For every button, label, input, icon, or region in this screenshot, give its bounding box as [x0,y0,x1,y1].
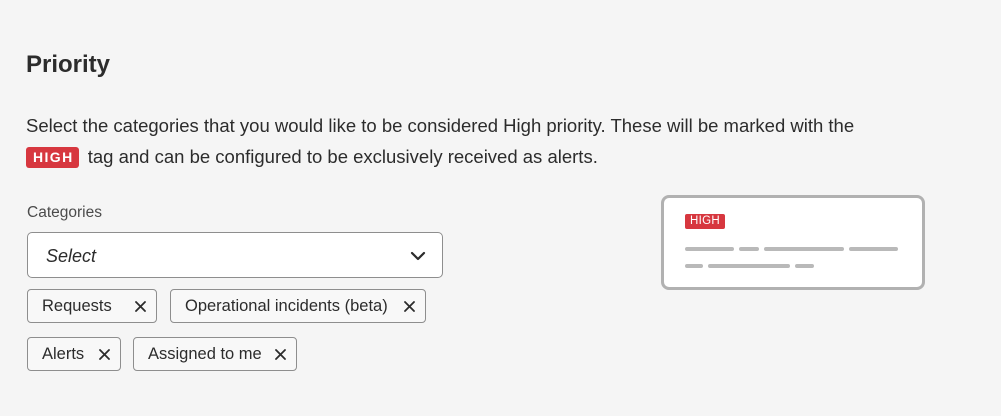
tag-label: Alerts [42,345,85,363]
description-text-end: tag and can be configured to be exclusiv… [87,146,598,167]
preview-high-badge: HIGH [685,214,725,229]
categories-select[interactable]: Select [27,232,443,278]
select-placeholder: Select [46,246,97,266]
close-icon [274,348,286,360]
page-title: Priority [26,51,111,78]
placeholder-text-lines [685,247,898,268]
remove-tag-button[interactable] [264,338,296,370]
category-tag-alerts: Alerts [27,337,121,371]
description-text-start: Select the categories that you would lik… [26,115,855,136]
remove-tag-button[interactable] [88,338,120,370]
tag-label: Requests [42,297,112,315]
remove-tag-button[interactable] [393,290,425,322]
high-priority-preview-card: HIGH [661,195,925,290]
close-icon [98,348,110,360]
close-icon [403,300,415,312]
tag-label: Assigned to me [148,345,262,363]
priority-description: Select the categories that you would lik… [26,110,926,172]
tag-label: Operational incidents (beta) [185,297,388,315]
category-tag-requests: Requests [27,289,157,323]
high-priority-badge: HIGH [26,147,79,168]
close-icon [134,300,146,312]
chevron-down-icon [410,251,426,261]
category-tag-assigned-to-me: Assigned to me [133,337,297,371]
remove-tag-button[interactable] [124,290,156,322]
categories-label: Categories [27,204,102,221]
category-tag-operational-incidents: Operational incidents (beta) [170,289,426,323]
